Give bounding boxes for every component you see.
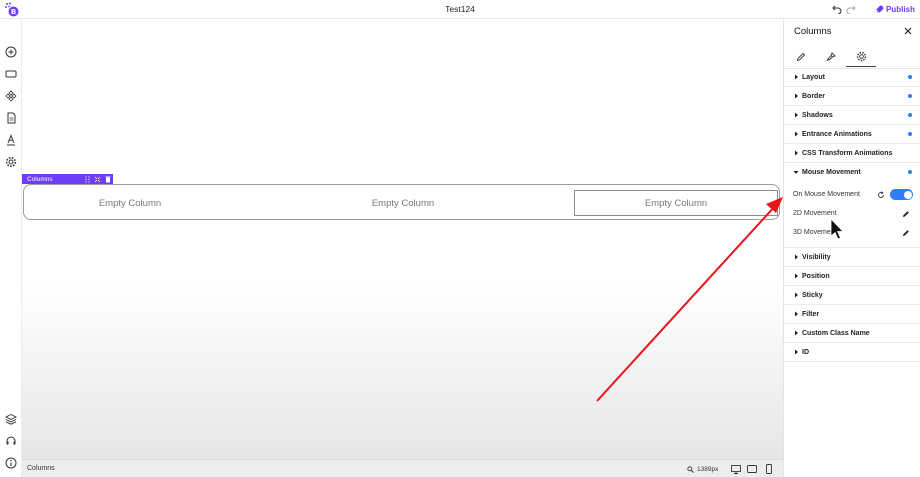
section-visibility[interactable]: Visibility xyxy=(784,248,920,267)
viewport-width-value: 1389px xyxy=(697,465,719,473)
redo-icon[interactable] xyxy=(846,3,856,15)
delete-icon[interactable] xyxy=(104,175,111,183)
section-mouse-movement[interactable]: Mouse Movement xyxy=(784,163,920,182)
section-label: Border xyxy=(802,92,825,100)
section-custom-class-name[interactable]: Custom Class Name xyxy=(784,324,920,343)
2d-movement-label: 2D Movement xyxy=(793,210,837,217)
duplicate-icon[interactable] xyxy=(94,175,101,183)
pencil-icon xyxy=(796,52,806,62)
caret-right-icon xyxy=(793,131,799,137)
rocket-icon xyxy=(876,5,884,13)
modified-dot xyxy=(908,94,912,98)
top-bar: B Test124 Publish xyxy=(0,0,920,19)
section-position[interactable]: Position xyxy=(784,267,920,286)
reset-icon[interactable] xyxy=(876,190,885,199)
brush-icon xyxy=(826,52,836,62)
caret-right-icon xyxy=(793,254,799,260)
undo-icon[interactable] xyxy=(832,3,842,15)
caret-right-icon xyxy=(793,311,799,317)
columns-tag-label: Columns xyxy=(27,175,53,183)
document-title: Test124 xyxy=(445,4,475,14)
settings-panel: Columns Layout Border Shadows Entrance A… xyxy=(783,19,920,477)
edit-pencil-icon[interactable] xyxy=(901,228,910,237)
empty-column-1[interactable]: Empty Column xyxy=(30,190,230,216)
section-sticky[interactable]: Sticky xyxy=(784,286,920,305)
modified-dot xyxy=(908,132,912,136)
3d-movement-label: 3D Movement xyxy=(793,229,837,236)
on-mouse-movement-toggle[interactable] xyxy=(890,189,913,200)
style-tab[interactable] xyxy=(816,47,846,67)
section-label: Layout xyxy=(802,73,825,81)
section-label: Sticky xyxy=(802,291,823,299)
advanced-tab[interactable] xyxy=(846,47,876,67)
modified-dot xyxy=(908,170,912,174)
desktop-view-icon[interactable] xyxy=(730,463,742,475)
section-label: Visibility xyxy=(802,253,831,261)
toggle-knob xyxy=(903,190,912,199)
section-label: Custom Class Name xyxy=(802,329,870,337)
section-layout[interactable]: Layout xyxy=(784,68,920,87)
add-icon[interactable] xyxy=(4,45,18,59)
modified-dot xyxy=(908,75,912,79)
panel-title: Columns xyxy=(794,26,832,37)
caret-right-icon xyxy=(793,150,799,156)
section-id[interactable]: ID xyxy=(784,343,920,362)
mobile-view-icon[interactable] xyxy=(763,463,775,475)
publish-label: Publish xyxy=(886,4,915,14)
section-label: CSS Transform Animations xyxy=(802,149,893,157)
close-icon[interactable] xyxy=(903,26,913,36)
modified-dot xyxy=(908,113,912,117)
viewport-width[interactable]: 1389px xyxy=(687,463,718,475)
on-mouse-movement-row: On Mouse Movement xyxy=(784,185,920,204)
caret-right-icon xyxy=(793,292,799,298)
layout-icon[interactable] xyxy=(4,67,18,81)
3d-movement-row[interactable]: 3D Movement xyxy=(784,223,920,242)
caret-down-icon xyxy=(793,170,799,176)
publish-button[interactable]: Publish xyxy=(875,3,915,15)
on-mouse-movement-label: On Mouse Movement xyxy=(793,191,860,198)
content-tab[interactable] xyxy=(786,47,816,67)
edit-pencil-icon[interactable] xyxy=(901,209,910,218)
2d-movement-row[interactable]: 2D Movement xyxy=(784,204,920,223)
caret-right-icon xyxy=(793,74,799,80)
typography-icon[interactable] xyxy=(4,133,18,147)
drag-handle-icon[interactable] xyxy=(84,175,91,183)
gear-icon xyxy=(856,51,866,62)
caret-right-icon xyxy=(793,112,799,118)
editor-canvas[interactable]: Columns Empty Column Empty Column Empty … xyxy=(22,19,783,459)
info-icon[interactable] xyxy=(4,456,18,470)
caret-right-icon xyxy=(793,273,799,279)
empty-column-2[interactable]: Empty Column xyxy=(302,190,504,216)
columns-element-tag[interactable]: Columns xyxy=(22,174,113,184)
components-icon[interactable] xyxy=(4,89,18,103)
section-label: ID xyxy=(802,348,809,356)
caret-right-icon xyxy=(793,349,799,355)
caret-right-icon xyxy=(793,93,799,99)
breadcrumb[interactable]: Columns xyxy=(27,465,55,472)
section-shadows[interactable]: Shadows xyxy=(784,106,920,125)
section-label: Entrance Animations xyxy=(802,130,872,138)
pages-icon[interactable] xyxy=(4,111,18,125)
section-css-transform-animations[interactable]: CSS Transform Animations xyxy=(784,144,920,163)
empty-column-3[interactable]: Empty Column xyxy=(574,190,778,216)
columns-row[interactable]: Empty Column Empty Column Empty Column xyxy=(23,184,780,220)
layers-icon[interactable] xyxy=(4,412,18,426)
left-toolbar xyxy=(0,19,22,477)
section-border[interactable]: Border xyxy=(784,87,920,106)
caret-right-icon xyxy=(793,330,799,336)
bottom-bar: Columns 1389px xyxy=(22,459,783,477)
search-icon xyxy=(687,465,694,473)
section-label: Filter xyxy=(802,310,820,318)
section-label: Shadows xyxy=(802,111,833,119)
section-entrance-animations[interactable]: Entrance Animations xyxy=(784,125,920,144)
settings-icon[interactable] xyxy=(4,155,18,169)
section-label: Position xyxy=(802,272,830,280)
support-icon[interactable] xyxy=(4,434,18,448)
section-label: Mouse Movement xyxy=(802,169,861,176)
section-filter[interactable]: Filter xyxy=(784,305,920,324)
tablet-view-icon[interactable] xyxy=(746,463,758,475)
